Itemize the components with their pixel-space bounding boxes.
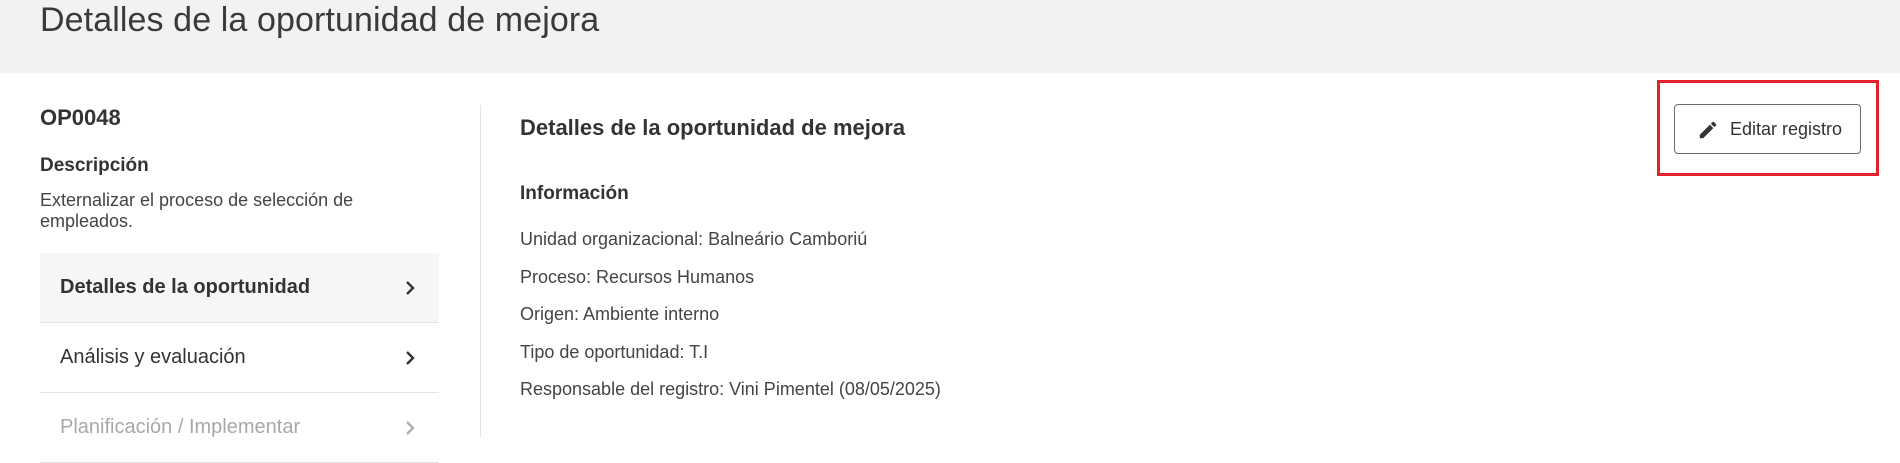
description-heading: Descripción — [40, 155, 149, 176]
nav-item-detalles[interactable]: Detalles de la oportunidad — [40, 253, 439, 323]
info-item-origen: Origen: Ambiente interno — [520, 304, 720, 324]
chevron-right-icon — [406, 351, 415, 365]
info-item-unidad: Unidad organizacional: Balneário Cambori… — [520, 229, 868, 249]
edit-record-button[interactable]: Editar registro — [1674, 104, 1861, 154]
record-id: OP0048 — [40, 105, 121, 130]
edit-record-label: Editar registro — [1730, 119, 1843, 139]
section-title: Detalles de la oportunidad de mejora — [520, 115, 906, 140]
left-panel: OP0048 Descripción Externalizar el proce… — [40, 73, 440, 463]
nav-item-planificacion: Planificación / Implementar — [40, 393, 439, 463]
chevron-right-icon — [406, 281, 415, 295]
info-item-responsable: Responsable del registro: Vini Pimentel … — [520, 379, 941, 399]
nav-item-analisis[interactable]: Análisis y evaluación — [40, 323, 439, 393]
page-title: Detalles de la oportunidad de mejora — [40, 1, 600, 39]
info-list: Unidad organizacional: Balneário Cambori… — [520, 229, 941, 417]
nav-item-label: Planificación / Implementar — [60, 416, 301, 438]
page-header: Detalles de la oportunidad de mejora — [0, 0, 1900, 73]
nav-item-label: Análisis y evaluación — [60, 346, 246, 368]
nav-item-label: Detalles de la oportunidad — [60, 276, 311, 298]
side-nav: Detalles de la oportunidad Análisis y ev… — [40, 253, 439, 463]
chevron-right-icon — [406, 421, 415, 435]
info-item-tipo: Tipo de oportunidad: T.I — [520, 341, 709, 362]
vertical-divider — [480, 105, 481, 437]
info-item-proceso: Proceso: Recursos Humanos — [520, 266, 755, 287]
info-heading: Información — [520, 183, 629, 204]
pencil-icon — [1699, 121, 1717, 139]
description-text: Externalizar el proceso de selección de … — [40, 190, 354, 231]
